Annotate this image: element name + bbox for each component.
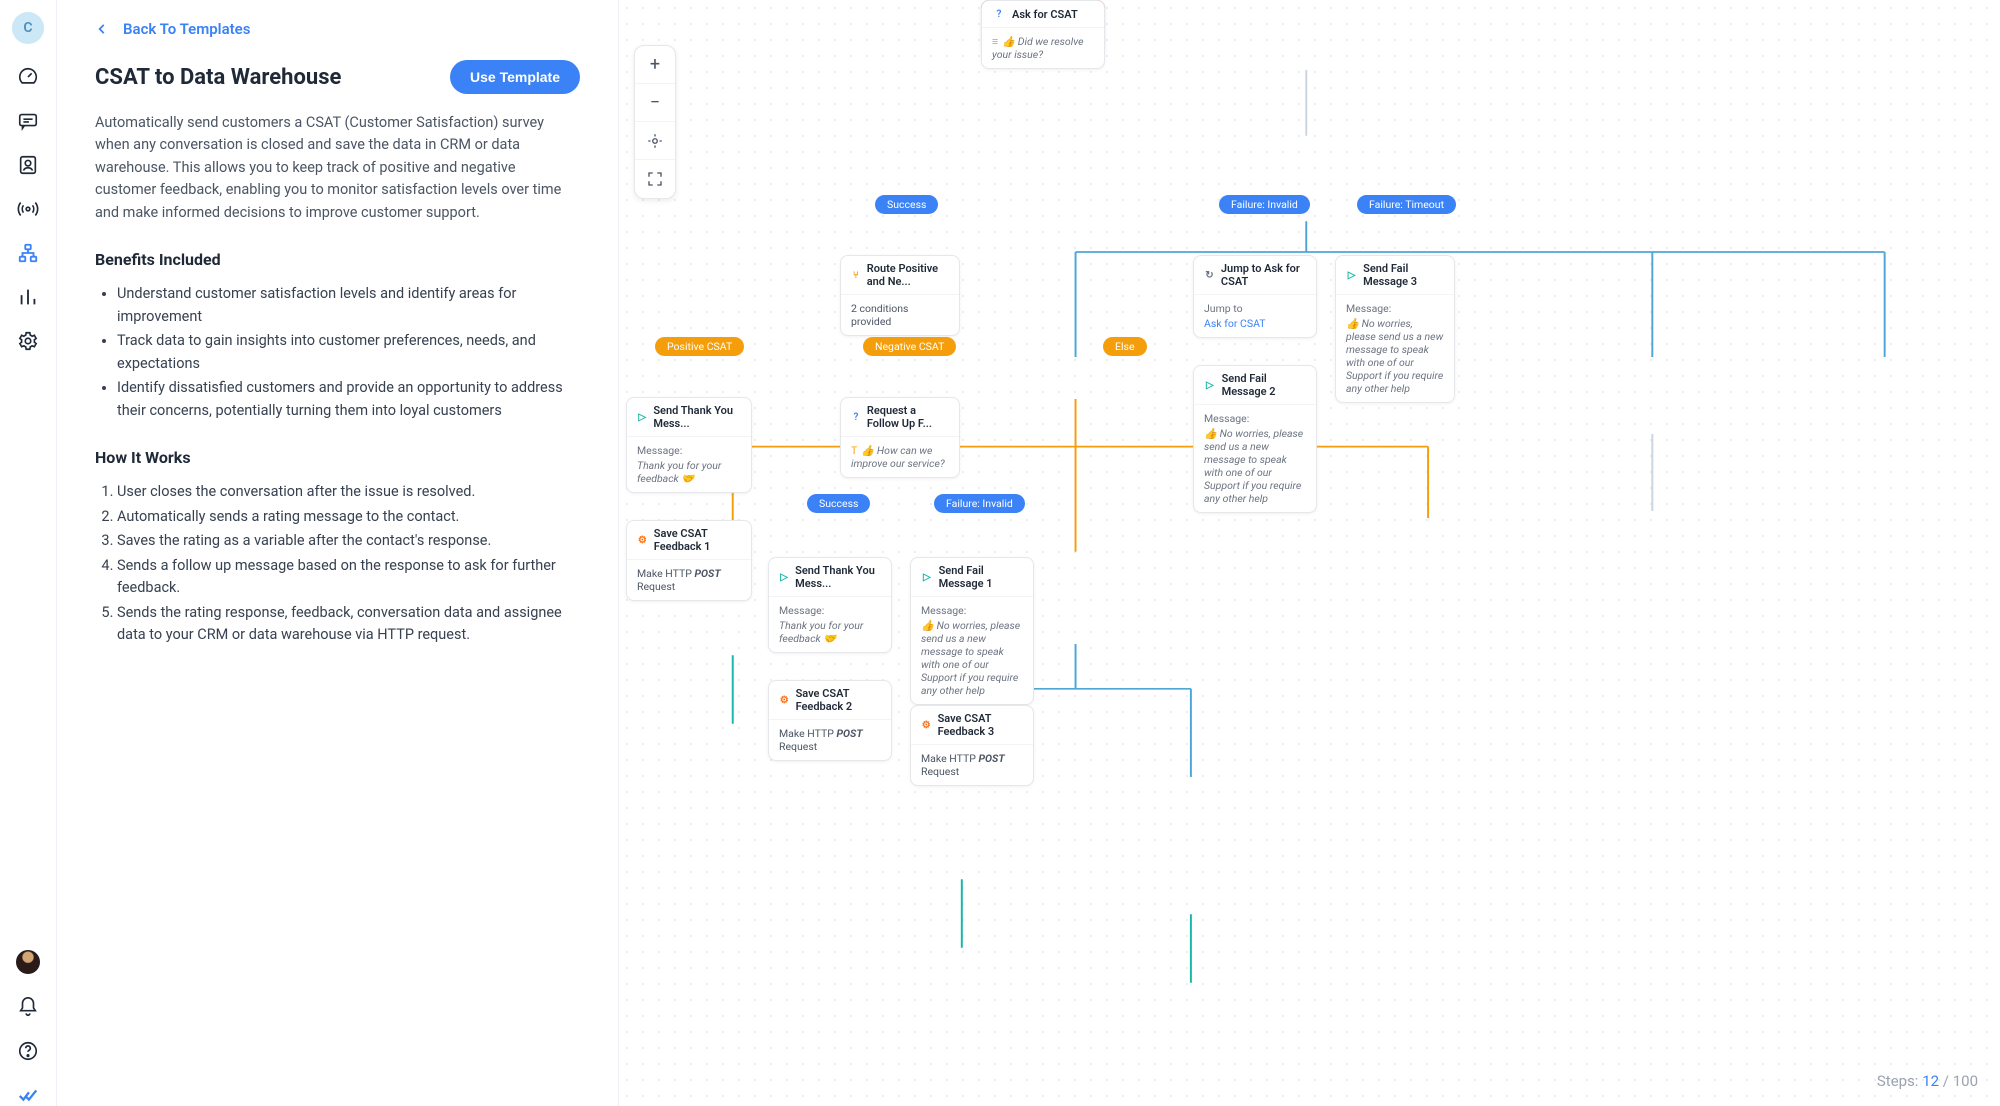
benefits-heading: Benefits Included bbox=[95, 250, 580, 269]
list-item: Understand customer satisfaction levels … bbox=[117, 283, 580, 328]
node-title: Jump to Ask for CSAT bbox=[1221, 262, 1306, 288]
branch-label: Failure: Invalid bbox=[934, 494, 1025, 513]
node-fail1[interactable]: ▷Send Fail Message 1 Message:👍 No worrie… bbox=[910, 557, 1034, 705]
node-title: Send Fail Message 2 bbox=[1222, 372, 1306, 398]
back-link[interactable]: Back To Templates bbox=[95, 20, 580, 38]
node-label: Message: bbox=[779, 604, 881, 617]
workflow-canvas[interactable]: + − bbox=[619, 0, 2000, 1106]
node-label: Message: bbox=[921, 604, 1023, 617]
branch-label: Failure: Timeout bbox=[1357, 195, 1456, 214]
zoom-controls: + − bbox=[634, 45, 676, 199]
node-followup[interactable]: ?Request a Follow Up F... T👍 How can we … bbox=[840, 397, 960, 478]
node-link: Ask for CSAT bbox=[1204, 317, 1266, 330]
branch-label: Success bbox=[875, 195, 938, 214]
node-title: Save CSAT Feedback 2 bbox=[796, 687, 881, 713]
node-title: Save CSAT Feedback 3 bbox=[938, 712, 1023, 738]
how-heading: How It Works bbox=[95, 448, 580, 467]
app-sidebar: C bbox=[0, 0, 57, 1106]
list-item: Sends a follow up message based on the r… bbox=[117, 555, 580, 600]
list-item: User closes the conversation after the i… bbox=[117, 481, 580, 503]
node-label: Message: bbox=[1204, 412, 1306, 425]
check-icon[interactable] bbox=[17, 1084, 39, 1106]
branch-label: Else bbox=[1103, 337, 1147, 356]
help-icon[interactable] bbox=[17, 1040, 39, 1062]
branch-label: Failure: Invalid bbox=[1219, 195, 1310, 214]
node-title: Route Positive and Ne... bbox=[867, 262, 949, 288]
node-route[interactable]: ⑂Route Positive and Ne... 2 conditions p… bbox=[840, 255, 960, 336]
template-detail-panel: Back To Templates CSAT to Data Warehouse… bbox=[57, 0, 619, 1106]
how-list: User closes the conversation after the i… bbox=[95, 481, 580, 646]
use-template-button[interactable]: Use Template bbox=[450, 60, 580, 94]
node-body: 👍 How can we improve our service? bbox=[851, 444, 945, 470]
list-item: Track data to gain insights into custome… bbox=[117, 330, 580, 375]
node-fail3[interactable]: ▷Send Fail Message 3 Message:👍 No worrie… bbox=[1335, 255, 1455, 403]
bell-icon[interactable] bbox=[17, 996, 39, 1018]
node-title: Ask for CSAT bbox=[1012, 8, 1078, 21]
recenter-button[interactable] bbox=[635, 122, 675, 160]
node-body: Thank you for your feedback 🤝 bbox=[779, 619, 863, 645]
branch-label: Negative CSAT bbox=[863, 337, 956, 356]
node-body: 👍 No worries, please send us a new messa… bbox=[921, 619, 1020, 697]
node-body: 👍 No worries, please send us a new messa… bbox=[1204, 427, 1303, 505]
workspace-avatar[interactable]: C bbox=[12, 12, 44, 44]
node-save1[interactable]: ⚙Save CSAT Feedback 1 Make HTTP POST Req… bbox=[626, 520, 752, 601]
list-item: Saves the rating as a variable after the… bbox=[117, 530, 580, 552]
benefits-list: Understand customer satisfaction levels … bbox=[95, 283, 580, 422]
node-title: Send Fail Message 3 bbox=[1363, 262, 1444, 288]
node-title: Send Thank You Mess... bbox=[795, 564, 881, 590]
node-label: Jump to bbox=[1204, 302, 1306, 315]
branch-label: Positive CSAT bbox=[655, 337, 744, 356]
list-item: Identify dissatisfied customers and prov… bbox=[117, 377, 580, 422]
node-jump[interactable]: ↻Jump to Ask for CSAT Jump toAsk for CSA… bbox=[1193, 255, 1317, 338]
user-avatar[interactable] bbox=[16, 950, 40, 974]
gauge-icon[interactable] bbox=[17, 66, 39, 88]
node-title: Save CSAT Feedback 1 bbox=[654, 527, 741, 553]
node-title: Send Thank You Mess... bbox=[653, 404, 741, 430]
workflow-icon[interactable] bbox=[17, 242, 39, 264]
branch-label: Success bbox=[807, 494, 870, 513]
node-fail2[interactable]: ▷Send Fail Message 2 Message:👍 No worrie… bbox=[1193, 365, 1317, 513]
node-title: Request a Follow Up F... bbox=[867, 404, 949, 430]
node-ask-csat[interactable]: ?Ask for CSAT ≡👍 Did we resolve your iss… bbox=[981, 0, 1105, 69]
node-body: 2 conditions provided bbox=[841, 295, 959, 335]
node-save2[interactable]: ⚙Save CSAT Feedback 2 Make HTTP POST Req… bbox=[768, 680, 892, 761]
analytics-icon[interactable] bbox=[17, 286, 39, 308]
page-title: CSAT to Data Warehouse bbox=[95, 65, 341, 90]
node-thank2[interactable]: ▷Send Thank You Mess... Message:Thank yo… bbox=[768, 557, 892, 653]
node-title: Send Fail Message 1 bbox=[939, 564, 1023, 590]
fullscreen-button[interactable] bbox=[635, 160, 675, 198]
node-save3[interactable]: ⚙Save CSAT Feedback 3 Make HTTP POST Req… bbox=[910, 705, 1034, 786]
broadcast-icon[interactable] bbox=[17, 198, 39, 220]
zoom-in-button[interactable]: + bbox=[635, 46, 675, 84]
node-body: 👍 Did we resolve your issue? bbox=[992, 35, 1083, 61]
back-link-label: Back To Templates bbox=[123, 20, 250, 38]
message-icon[interactable] bbox=[17, 110, 39, 132]
node-label: Message: bbox=[1346, 302, 1444, 315]
zoom-out-button[interactable]: − bbox=[635, 84, 675, 122]
gear-icon[interactable] bbox=[17, 330, 39, 352]
contact-icon[interactable] bbox=[17, 154, 39, 176]
node-body: Thank you for your feedback 🤝 bbox=[637, 459, 721, 485]
steps-counter: Steps: 12 / 100 bbox=[1877, 1072, 1978, 1090]
node-body: 👍 No worries, please send us a new messa… bbox=[1346, 317, 1443, 395]
node-thank1[interactable]: ▷Send Thank You Mess... Message:Thank yo… bbox=[626, 397, 752, 493]
template-description: Automatically send customers a CSAT (Cus… bbox=[95, 112, 580, 224]
list-item: Automatically sends a rating message to … bbox=[117, 506, 580, 528]
list-item: Sends the rating response, feedback, con… bbox=[117, 602, 580, 647]
node-label: Message: bbox=[637, 444, 741, 457]
